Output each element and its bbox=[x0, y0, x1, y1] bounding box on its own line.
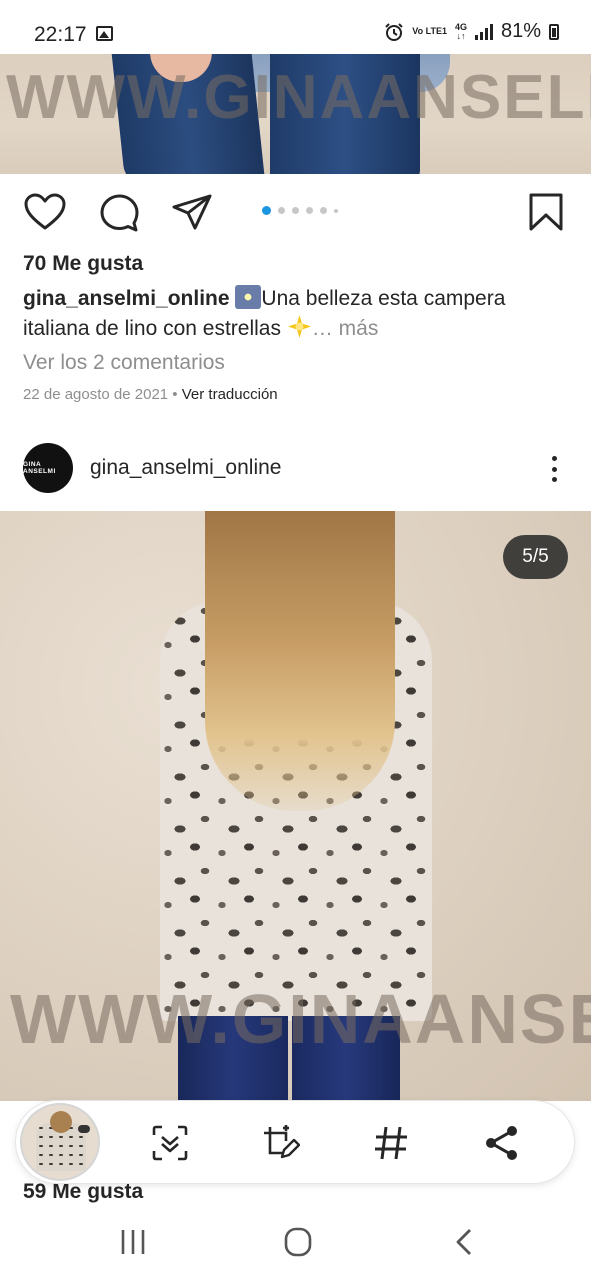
caption-line1: Una belleza esta campera bbox=[261, 287, 506, 310]
carousel-dot bbox=[262, 206, 271, 215]
photo-watermark: WWW.GINAANSELMI.COM bbox=[10, 980, 591, 1058]
post1-likes[interactable]: 70 Me gusta bbox=[23, 252, 143, 276]
more-options-icon[interactable] bbox=[542, 452, 566, 486]
avatar[interactable]: GINA ANSELMI bbox=[23, 443, 73, 493]
back-icon[interactable] bbox=[444, 1226, 484, 1258]
share-icon[interactable] bbox=[170, 192, 214, 232]
system-nav-bar bbox=[0, 1206, 591, 1280]
scan-text-icon[interactable] bbox=[150, 1123, 190, 1163]
screenshot-thumbnail[interactable] bbox=[22, 1105, 98, 1179]
view-comments-link[interactable]: Ver los 2 comentarios bbox=[23, 351, 225, 375]
recent-apps-icon[interactable] bbox=[113, 1226, 153, 1258]
glowing-star-emoji-icon bbox=[287, 315, 311, 338]
post2-likes[interactable]: 59 Me gusta bbox=[23, 1180, 143, 1204]
signal-icon bbox=[474, 23, 493, 40]
share-node-icon[interactable] bbox=[482, 1123, 522, 1163]
hashtag-icon[interactable] bbox=[371, 1123, 411, 1163]
post2-username[interactable]: gina_anselmi_online bbox=[90, 456, 281, 480]
gallery-notification-icon bbox=[96, 26, 113, 41]
carousel-counter: 5/5 bbox=[503, 535, 568, 579]
status-time: 22:17 bbox=[34, 23, 87, 46]
crop-edit-icon[interactable] bbox=[260, 1123, 300, 1163]
capture-toolbar bbox=[16, 1101, 574, 1183]
post1-caption-username[interactable]: gina_anselmi_online bbox=[23, 287, 230, 310]
carousel-dot bbox=[320, 207, 327, 214]
status-bar: 22:17 Vo LTE1 4G ↓↑ 81% bbox=[0, 0, 591, 54]
home-icon[interactable] bbox=[278, 1226, 318, 1258]
caption-line2: italiana de lino con estrellas bbox=[23, 317, 281, 340]
battery-icon bbox=[549, 23, 559, 40]
post1-caption: gina_anselmi_online Una belleza esta cam… bbox=[23, 284, 563, 344]
post2-header: GINA ANSELMI gina_anselmi_online bbox=[0, 440, 591, 498]
carousel-dots bbox=[262, 206, 338, 215]
post-date: 22 de agosto de 2021 bbox=[23, 386, 169, 403]
more-link[interactable]: … más bbox=[312, 317, 379, 340]
comment-icon[interactable] bbox=[97, 192, 141, 232]
network-indicator: 4G ↓↑ bbox=[454, 21, 467, 41]
carousel-dot bbox=[334, 208, 338, 213]
post1-date-row: 22 de agosto de 2021 • Ver traducción bbox=[23, 386, 278, 403]
alarm-icon bbox=[385, 22, 403, 41]
bookmark-icon[interactable] bbox=[524, 192, 568, 232]
shooting-star-emoji-icon bbox=[235, 285, 262, 309]
carousel-dot bbox=[278, 207, 285, 214]
post1-photo[interactable]: WWW.GINAANSELMI.COM bbox=[0, 54, 591, 174]
heart-icon[interactable] bbox=[23, 192, 67, 232]
photo-watermark: WWW.GINAANSELMI.COM bbox=[6, 63, 591, 132]
translate-link[interactable]: Ver traducción bbox=[182, 386, 278, 403]
volte-indicator: Vo LTE1 bbox=[412, 26, 447, 36]
post2-photo[interactable]: WWW.GINAANSELMI.COM bbox=[0, 511, 591, 1101]
carousel-dot bbox=[292, 207, 299, 214]
carousel-dot bbox=[306, 207, 313, 214]
status-icons: Vo LTE1 4G ↓↑ 81% bbox=[384, 20, 559, 43]
battery-percent: 81% bbox=[500, 20, 541, 42]
